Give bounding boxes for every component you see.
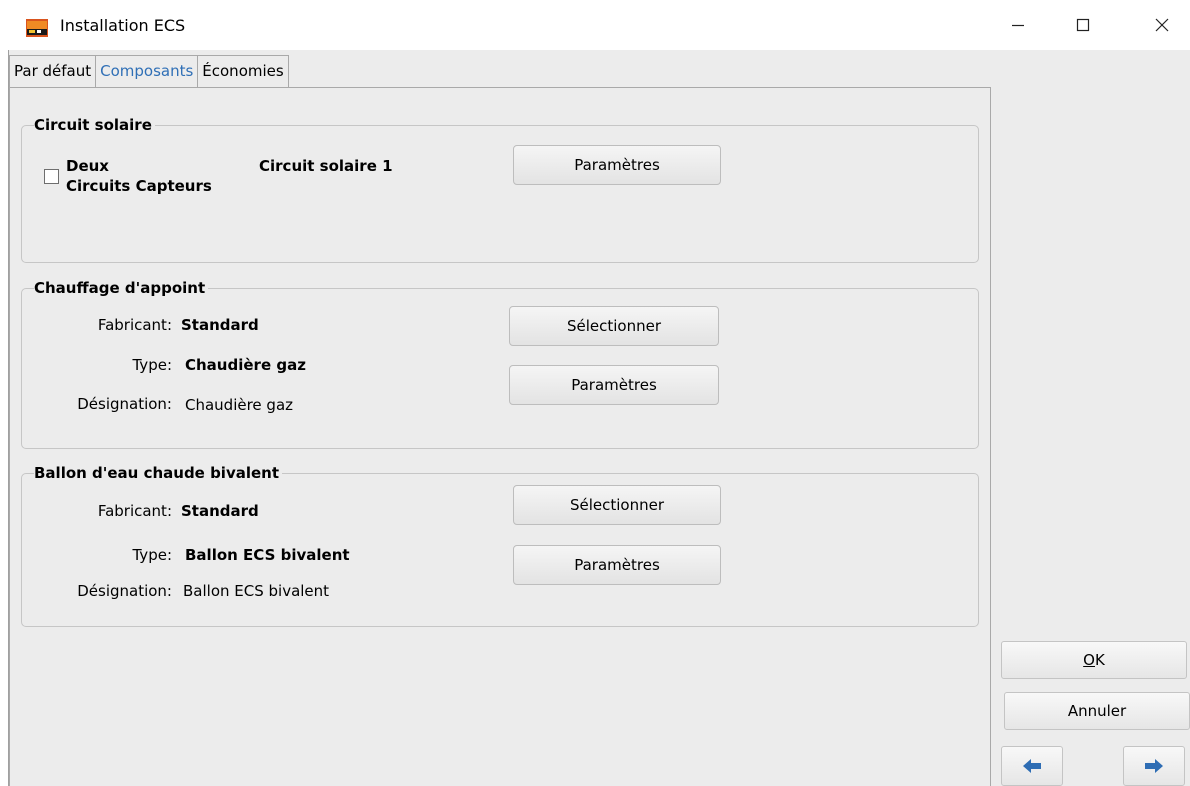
close-button[interactable] bbox=[1134, 6, 1190, 44]
backup-heating-group: Chauffage d'appoint Fabricant: Standard … bbox=[21, 279, 979, 449]
hot-water-tank-group: Ballon d'eau chaude bivalent Fabricant: … bbox=[21, 464, 979, 627]
arrow-left-icon bbox=[1023, 759, 1041, 773]
backup-heating-title: Chauffage d'appoint bbox=[34, 279, 209, 297]
tab-composants[interactable]: Composants bbox=[95, 55, 199, 88]
app-icon bbox=[26, 19, 48, 37]
arrow-right-icon bbox=[1145, 759, 1163, 773]
tab-par-defaut[interactable]: Par défaut bbox=[9, 55, 97, 88]
solar-circuit-name: Circuit solaire 1 bbox=[259, 157, 393, 175]
minimize-icon bbox=[1012, 24, 1024, 27]
window-title: Installation ECS bbox=[60, 16, 186, 35]
backup-type-value: Chaudière gaz bbox=[185, 356, 306, 374]
hot-water-tank-title: Ballon d'eau chaude bivalent bbox=[34, 464, 283, 482]
window-left-edge bbox=[0, 50, 9, 786]
tank-type-label: Type: bbox=[132, 546, 172, 564]
tab-bar: Par défaut Composants Économies bbox=[9, 55, 289, 88]
tab-economies[interactable]: Économies bbox=[197, 55, 289, 88]
ok-button[interactable]: OK bbox=[1001, 641, 1187, 679]
backup-select-button[interactable]: Sélectionner bbox=[509, 306, 719, 346]
solar-circuit-group: Circuit solaire Deux Circuits Capteurs C… bbox=[21, 116, 979, 263]
backup-designation-label: Désignation: bbox=[77, 395, 172, 413]
backup-manufacturer-value: Standard bbox=[181, 316, 259, 334]
tank-manufacturer-value: Standard bbox=[181, 502, 259, 520]
title-bar: Installation ECS bbox=[0, 0, 1190, 50]
backup-manufacturer-label: Fabricant: bbox=[97, 316, 172, 334]
two-circuits-checkbox[interactable] bbox=[44, 169, 59, 184]
tank-designation-label: Désignation: bbox=[77, 582, 172, 600]
two-circuits-label-line1: Deux bbox=[66, 157, 109, 175]
back-button[interactable] bbox=[1001, 746, 1063, 786]
forward-button[interactable] bbox=[1123, 746, 1185, 786]
minimize-button[interactable] bbox=[990, 6, 1046, 44]
backup-designation-value: Chaudière gaz bbox=[185, 396, 294, 414]
cancel-button[interactable]: Annuler bbox=[1004, 692, 1190, 730]
action-panel: OK Annuler bbox=[991, 50, 1190, 786]
tank-params-button[interactable]: Paramètres bbox=[513, 545, 721, 585]
close-icon bbox=[1155, 18, 1169, 32]
ok-accelerator: O bbox=[1083, 651, 1095, 669]
tank-manufacturer-label: Fabricant: bbox=[97, 502, 172, 520]
ok-label-rest: K bbox=[1094, 651, 1105, 669]
maximize-icon bbox=[1076, 18, 1090, 32]
backup-params-button[interactable]: Paramètres bbox=[509, 365, 719, 405]
maximize-button[interactable] bbox=[1055, 6, 1111, 44]
tank-select-button[interactable]: Sélectionner bbox=[513, 485, 721, 525]
two-circuits-label-line2: Circuits Capteurs bbox=[66, 177, 212, 195]
dialog: Par défaut Composants Économies Circuit … bbox=[9, 50, 1190, 786]
solar-params-button[interactable]: Paramètres bbox=[513, 145, 721, 185]
solar-circuit-title: Circuit solaire bbox=[34, 116, 155, 134]
tank-designation-value: Ballon ECS bivalent bbox=[183, 582, 330, 600]
tank-type-value: Ballon ECS bivalent bbox=[185, 546, 350, 564]
backup-type-label: Type: bbox=[132, 356, 172, 374]
